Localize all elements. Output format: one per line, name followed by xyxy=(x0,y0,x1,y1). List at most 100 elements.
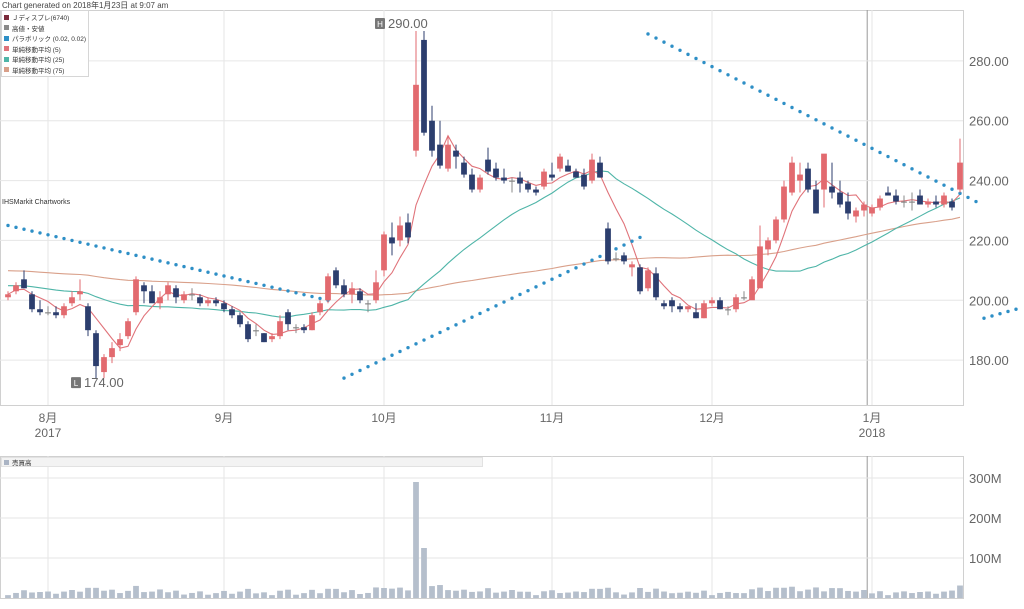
parabolic-dot xyxy=(438,330,442,335)
parabolic-dot xyxy=(790,105,794,110)
candle-body xyxy=(365,303,371,305)
parabolic-dot xyxy=(550,277,554,281)
parabolic-dot xyxy=(102,246,106,250)
parabolic-dot xyxy=(830,126,834,130)
candle-body xyxy=(749,279,755,301)
candle-body xyxy=(109,348,115,358)
volume-bar xyxy=(237,591,243,598)
volume-bar xyxy=(53,593,59,598)
volume-bar xyxy=(117,593,123,598)
volume-bar xyxy=(317,593,323,598)
candle-body xyxy=(29,294,35,310)
volume-bar xyxy=(133,585,139,598)
parabolic-dot xyxy=(558,273,562,278)
volume-bar xyxy=(21,590,27,598)
parabolic-dot xyxy=(246,279,250,284)
candle-body xyxy=(877,198,883,208)
year-tick-label: 2018 xyxy=(859,426,886,440)
candle-body xyxy=(853,210,859,217)
candle-body xyxy=(757,246,763,289)
volume-bar xyxy=(573,591,579,598)
volume-bar xyxy=(5,595,11,598)
volume-bar xyxy=(69,590,75,598)
candle-body xyxy=(677,306,683,310)
parabolic-dot xyxy=(758,89,762,93)
parabolic-dot xyxy=(6,223,10,228)
candle-body xyxy=(325,276,331,301)
sma75-line xyxy=(7,216,961,296)
candle-body xyxy=(565,165,571,172)
candle-body xyxy=(517,177,523,184)
parabolic-dot xyxy=(678,48,682,52)
year-tick-label: 2017 xyxy=(35,426,62,440)
parabolic-dot xyxy=(942,183,946,187)
candle-body xyxy=(421,39,427,133)
parabolic-dot xyxy=(718,69,722,73)
volume-bar xyxy=(181,594,187,598)
candle-body xyxy=(101,357,107,373)
parabolic-dot xyxy=(1006,309,1010,314)
volume-bar xyxy=(173,590,179,598)
volume-bar xyxy=(773,587,779,598)
parabolic-dot xyxy=(126,251,130,256)
legend-item-sma5[interactable]: 単純移動平均 (5) xyxy=(4,44,86,55)
legend-swatch-sma75 xyxy=(4,67,9,73)
candle-body xyxy=(397,225,403,241)
volume-bar xyxy=(541,591,547,598)
legend-swatch-sma5 xyxy=(4,46,9,52)
parabolic-dot xyxy=(806,113,810,118)
parabolic-dot xyxy=(814,118,818,122)
parabolic-dot xyxy=(534,285,538,289)
candle-body xyxy=(477,177,483,190)
legend-item-high-low[interactable]: 高値・安値 xyxy=(4,23,86,34)
parabolic-dot xyxy=(582,262,586,266)
candle-body xyxy=(765,240,771,250)
volume-legend-label: 売買高 xyxy=(12,460,32,467)
legend-item-parabolic[interactable]: パラボリック (0.02, 0.02) xyxy=(4,33,86,44)
candle-body xyxy=(37,309,43,313)
parabolic-dot xyxy=(110,248,114,252)
candle-body xyxy=(389,237,395,244)
parabolic-dot xyxy=(206,270,210,274)
parabolic-dot xyxy=(598,254,602,259)
volume-bar xyxy=(565,592,571,598)
legend-item-sma25[interactable]: 単純移動平均 (25) xyxy=(4,54,86,65)
legend-item-price[interactable]: Ｊディスプレ(6740) xyxy=(4,12,86,23)
candle-body xyxy=(269,336,275,340)
parabolic-dot xyxy=(1014,307,1018,311)
month-tick-label: 12月 xyxy=(699,411,724,425)
annotation-value: 290.00 xyxy=(388,16,428,31)
candle-body xyxy=(917,195,923,205)
parabolic-dot xyxy=(142,255,146,259)
candle-body xyxy=(229,309,235,316)
candle-body xyxy=(533,189,539,193)
parabolic-dot xyxy=(782,101,786,106)
price-panel-frame xyxy=(0,10,964,406)
parabolic-dot xyxy=(894,158,898,163)
candle-body xyxy=(613,258,619,260)
parabolic-dot xyxy=(286,289,290,293)
legend-item-sma75[interactable]: 単純移動平均 (75) xyxy=(4,65,86,76)
volume-bar xyxy=(149,591,155,598)
volume-bar xyxy=(269,595,275,598)
volume-bar xyxy=(717,592,723,598)
parabolic-dot xyxy=(318,296,322,301)
volume-bar xyxy=(909,593,915,598)
volume-bar xyxy=(197,591,203,598)
volume-tick-label: 300M xyxy=(969,471,1002,486)
candle-body xyxy=(901,201,907,203)
annotation-value: 174.00 xyxy=(84,375,124,390)
candle-body xyxy=(21,279,27,289)
annotation-tag: L xyxy=(74,379,79,388)
volume-bar xyxy=(621,594,627,598)
volume-bar xyxy=(357,594,363,598)
price-tick-label: 200.00 xyxy=(969,293,1009,308)
legend-label-parabolic: パラボリック (0.02, 0.02) xyxy=(12,36,87,44)
candle-body xyxy=(301,327,307,331)
parabolic-dot xyxy=(574,266,578,270)
parabolic-dot xyxy=(198,268,202,273)
annotation-tag: H xyxy=(377,20,383,29)
candle-body xyxy=(181,294,187,301)
volume-bar xyxy=(309,589,315,598)
volume-bar xyxy=(109,589,115,598)
